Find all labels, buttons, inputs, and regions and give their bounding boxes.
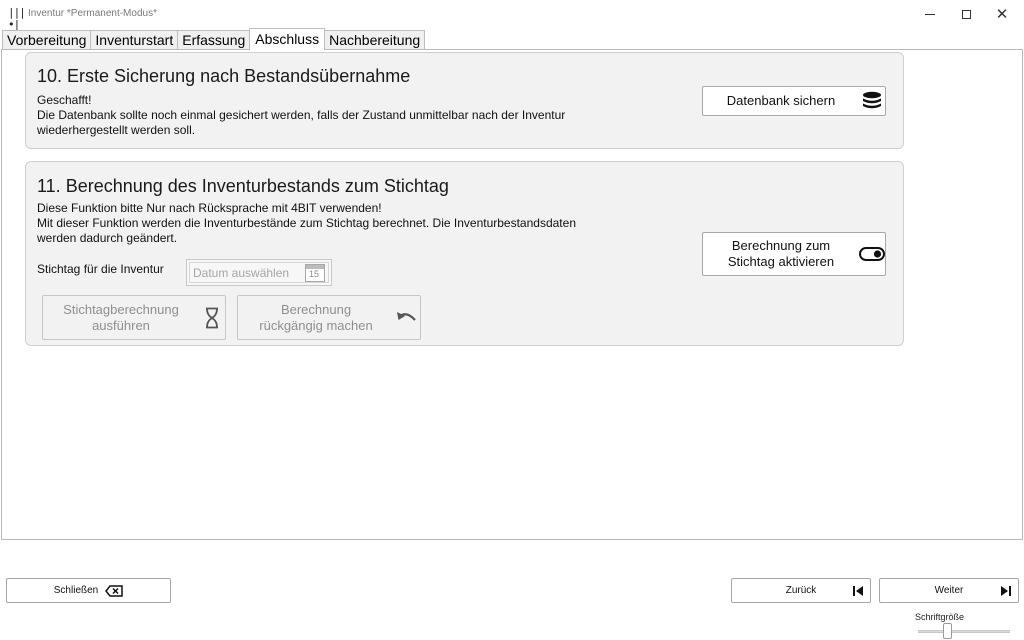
toggle-icon: [859, 247, 885, 261]
maximize-icon: [961, 9, 971, 19]
minimize-icon: [925, 13, 935, 15]
close-window-button[interactable]: ✕: [984, 0, 1020, 28]
back-button[interactable]: Zurück: [731, 578, 871, 603]
section-text-line: werden dadurch geändert.: [37, 231, 178, 245]
minimize-button[interactable]: [912, 0, 948, 28]
tab-erfassung[interactable]: Erfassung: [177, 30, 251, 50]
tab-abschluss[interactable]: Abschluss: [249, 28, 326, 50]
close-button[interactable]: Schließen: [6, 578, 171, 603]
app-icon: |||•|: [8, 6, 26, 31]
section-first-backup: 10. Erste Sicherung nach Bestandsübernah…: [25, 52, 904, 149]
stichtag-date-label: Stichtag für die Inventur: [37, 262, 164, 276]
backspace-clear-icon: [105, 584, 123, 597]
hourglass-icon: [199, 307, 225, 329]
button-label: Datenbank sichern: [726, 93, 836, 108]
button-label: Schließen: [53, 585, 99, 596]
date-placeholder: Datum auswählen: [193, 265, 290, 280]
maximize-button[interactable]: [948, 0, 984, 28]
date-input-box: Datum auswählen 15: [189, 262, 329, 283]
activate-stichtag-button[interactable]: Berechnung zum Stichtag aktivieren: [702, 232, 886, 276]
font-size-slider-thumb[interactable]: [942, 623, 952, 639]
database-icon: [859, 91, 885, 111]
tab-strip: Vorbereitung Inventurstart Erfassung Abs…: [2, 28, 426, 50]
tab-inventurstart[interactable]: Inventurstart: [90, 30, 179, 50]
close-icon: ✕: [995, 5, 1009, 23]
section-text-line: wiederhergestellt werden soll.: [37, 123, 196, 137]
button-label: Berechnung zum Stichtag aktivieren: [727, 238, 835, 269]
backup-database-button[interactable]: Datenbank sichern: [702, 86, 886, 116]
run-stichtag-calculation-button[interactable]: Stichtagberechnung ausführen: [42, 295, 226, 340]
stichtag-date-picker[interactable]: Datum auswählen 15: [186, 259, 332, 286]
calendar-icon: 15: [305, 263, 325, 282]
button-label: Berechnung rückgängig machen: [259, 301, 373, 333]
skip-back-icon: [852, 585, 864, 597]
section-text-line: Geschafft!: [37, 93, 92, 107]
button-label: Zurück: [785, 585, 817, 596]
window-title: Inventur *Permanent-Modus*: [28, 8, 157, 19]
section-text-line: Mit dieser Funktion werden die Inventurb…: [37, 216, 576, 230]
skip-forward-icon: [1000, 585, 1012, 597]
undo-icon: [394, 310, 420, 326]
undo-calculation-button[interactable]: Berechnung rückgängig machen: [237, 295, 421, 340]
tab-nachbereitung[interactable]: Nachbereitung: [324, 30, 426, 50]
section-title: 11. Berechnung des Inventurbestands zum …: [37, 176, 449, 196]
font-size-slider[interactable]: [918, 630, 1010, 633]
section-text-line: Die Datenbank sollte noch einmal gesiche…: [37, 108, 566, 122]
next-button[interactable]: Weiter: [879, 578, 1019, 603]
section-warning-text: Diese Funktion bitte Nur nach Rücksprach…: [37, 201, 382, 215]
section-title: 10. Erste Sicherung nach Bestandsübernah…: [37, 66, 411, 86]
section-stichtag-calculation: 11. Berechnung des Inventurbestands zum …: [25, 161, 904, 346]
button-label: Stichtagberechnung ausführen: [63, 301, 179, 333]
font-size-label: Schriftgröße: [915, 612, 965, 622]
button-label: Weiter: [934, 585, 964, 596]
title-bar: |||•| Inventur *Permanent-Modus* ✕: [0, 0, 1024, 31]
tab-vorbereitung[interactable]: Vorbereitung: [2, 30, 92, 50]
